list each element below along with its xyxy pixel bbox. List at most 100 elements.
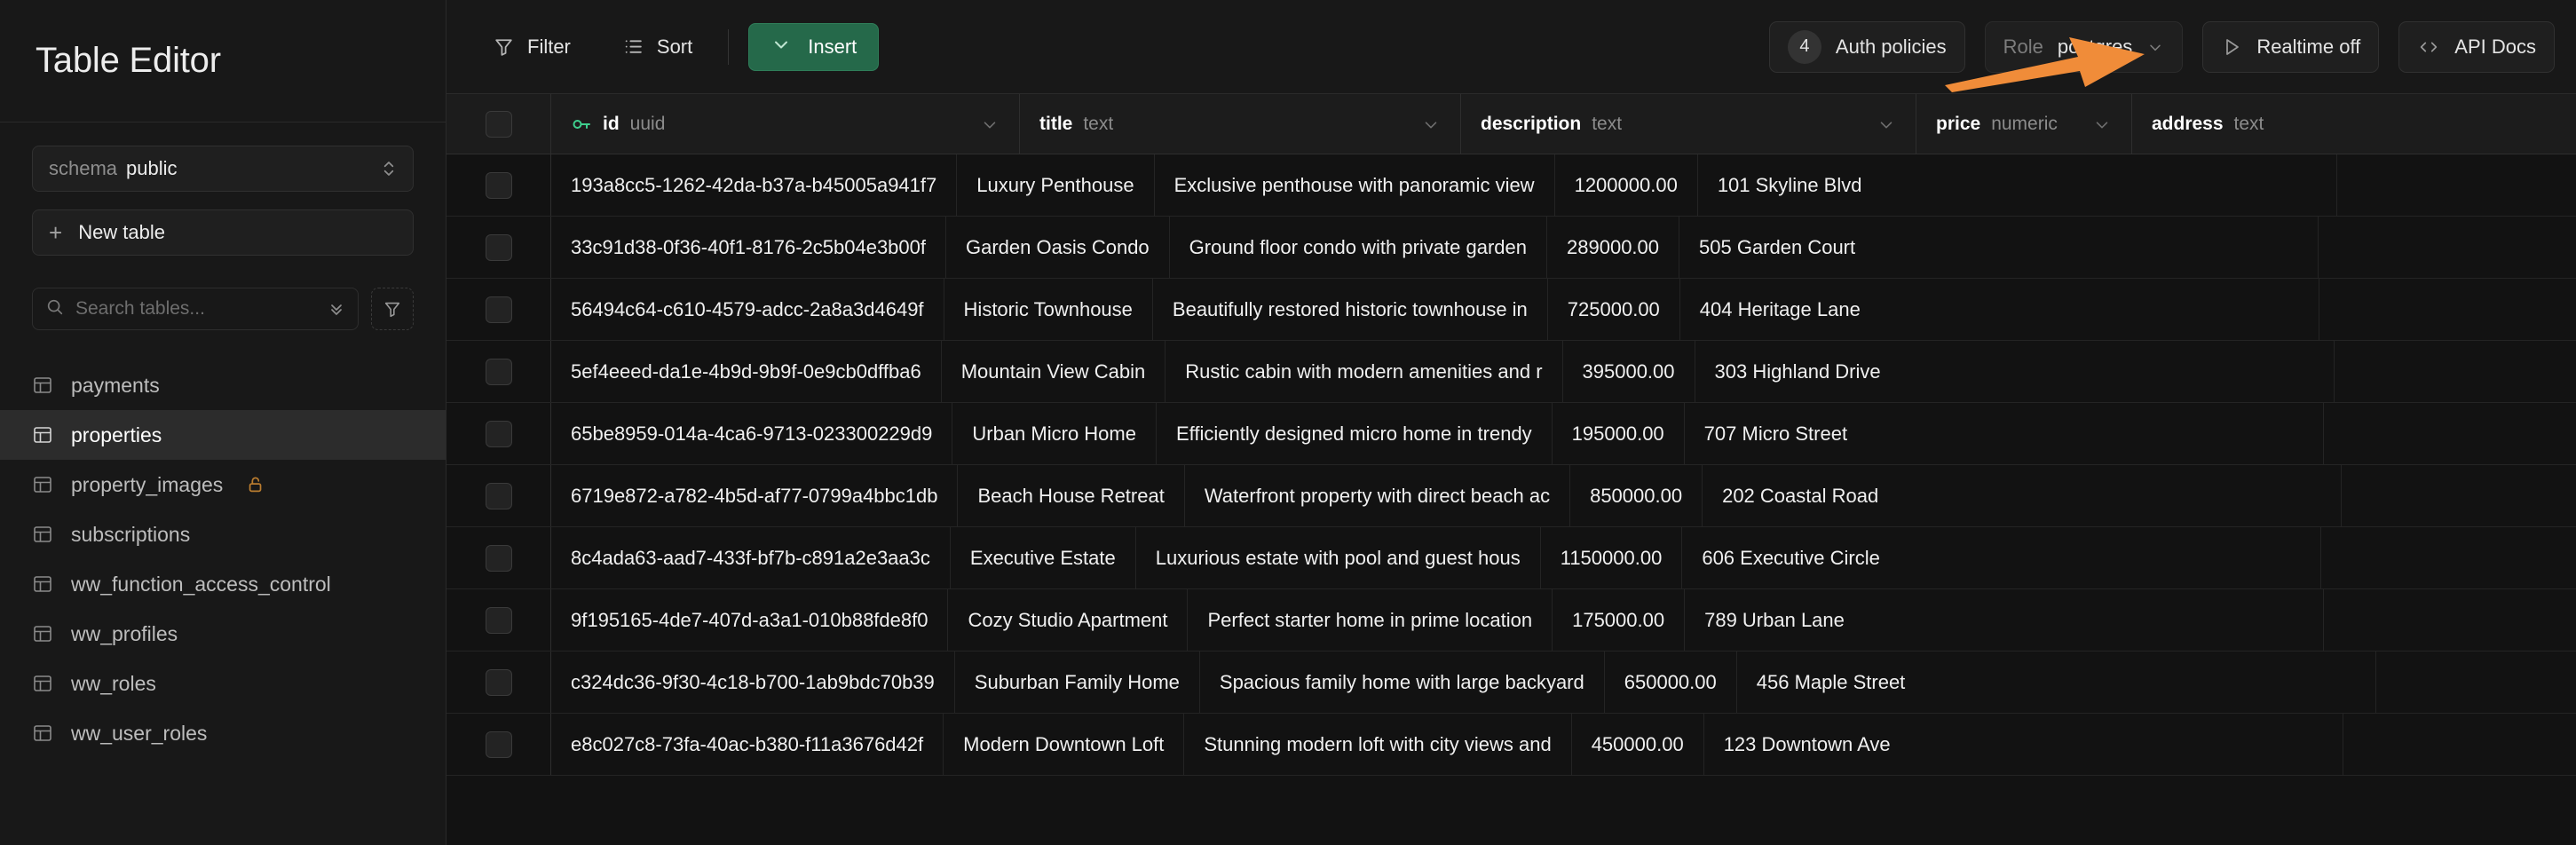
table-row[interactable]: 8c4ada63-aad7-433f-bf7b-c891a2e3aa3cExec… [446, 527, 2576, 589]
cell-id[interactable]: 33c91d38-0f36-40f1-8176-2c5b04e3b00f [551, 217, 946, 278]
table-row[interactable]: 193a8cc5-1262-42da-b37a-b45005a941f7Luxu… [446, 154, 2576, 217]
cell-title[interactable]: Suburban Family Home [955, 652, 1200, 713]
table-row[interactable]: 33c91d38-0f36-40f1-8176-2c5b04e3b00fGard… [446, 217, 2576, 279]
chevron-down-icon[interactable] [2092, 115, 2112, 134]
row-select-cell[interactable] [446, 403, 551, 464]
sidebar-item-ww_function_access_control[interactable]: ww_function_access_control [0, 559, 446, 609]
row-select-cell[interactable] [446, 217, 551, 278]
row-checkbox[interactable] [486, 731, 512, 758]
cell-description[interactable]: Waterfront property with direct beach ac [1185, 465, 1570, 526]
table-row[interactable]: 56494c64-c610-4579-adcc-2a8a3d4649fHisto… [446, 279, 2576, 341]
cell-title[interactable]: Urban Micro Home [952, 403, 1157, 464]
cell-description[interactable]: Exclusive penthouse with panoramic view [1155, 154, 1555, 216]
sidebar-item-ww_roles[interactable]: ww_roles [0, 659, 446, 708]
cell-id[interactable]: 6719e872-a782-4b5d-af77-0799a4bbc1db [551, 465, 958, 526]
search-tables-box[interactable] [32, 288, 359, 330]
cell-id[interactable]: c324dc36-9f30-4c18-b700-1ab9bdc70b39 [551, 652, 955, 713]
table-row[interactable]: 9f195165-4de7-407d-a3a1-010b88fde8f0Cozy… [446, 589, 2576, 652]
cell-title[interactable]: Cozy Studio Apartment [948, 589, 1188, 651]
cell-description[interactable]: Efficiently designed micro home in trend… [1157, 403, 1553, 464]
cell-title[interactable]: Garden Oasis Condo [946, 217, 1170, 278]
new-table-button[interactable]: + New table [32, 209, 414, 256]
row-select-cell[interactable] [446, 279, 551, 340]
cell-price[interactable]: 650000.00 [1605, 652, 1737, 713]
column-header-description[interactable]: description text [1461, 94, 1916, 154]
cell-id[interactable]: 56494c64-c610-4579-adcc-2a8a3d4649f [551, 279, 944, 340]
row-select-cell[interactable] [446, 154, 551, 216]
row-checkbox[interactable] [486, 234, 512, 261]
realtime-toggle-button[interactable]: Realtime off [2202, 21, 2379, 73]
column-header-id[interactable]: id uuid [551, 94, 1020, 154]
column-header-title[interactable]: title text [1020, 94, 1461, 154]
schema-selector[interactable]: schema public [32, 146, 414, 192]
cell-description[interactable]: Ground floor condo with private garden [1170, 217, 1547, 278]
api-docs-button[interactable]: API Docs [2398, 21, 2555, 73]
row-select-cell[interactable] [446, 527, 551, 588]
row-select-cell[interactable] [446, 465, 551, 526]
chevron-double-down-icon[interactable] [328, 300, 345, 318]
column-header-price[interactable]: price numeric [1916, 94, 2132, 154]
cell-description[interactable]: Beautifully restored historic townhouse … [1153, 279, 1548, 340]
cell-description[interactable]: Spacious family home with large backyard [1200, 652, 1605, 713]
cell-price[interactable]: 175000.00 [1553, 589, 1685, 651]
cell-price[interactable]: 850000.00 [1570, 465, 1703, 526]
cell-title[interactable]: Historic Townhouse [944, 279, 1153, 340]
cell-price[interactable]: 195000.00 [1553, 403, 1685, 464]
cell-description[interactable]: Rustic cabin with modern amenities and r [1166, 341, 1562, 402]
cell-address[interactable]: 101 Skyline Blvd [1698, 154, 2337, 216]
cell-title[interactable]: Mountain View Cabin [942, 341, 1166, 402]
cell-id[interactable]: 8c4ada63-aad7-433f-bf7b-c891a2e3aa3c [551, 527, 951, 588]
cell-address[interactable]: 123 Downtown Ave [1704, 714, 2343, 775]
row-checkbox[interactable] [486, 669, 512, 696]
cell-title[interactable]: Beach House Retreat [958, 465, 1184, 526]
table-row[interactable]: 5ef4eeed-da1e-4b9d-9b9f-0e9cb0dffba6Moun… [446, 341, 2576, 403]
cell-id[interactable]: 5ef4eeed-da1e-4b9d-9b9f-0e9cb0dffba6 [551, 341, 942, 402]
row-checkbox[interactable] [486, 545, 512, 572]
table-row[interactable]: e8c027c8-73fa-40ac-b380-f11a3676d42fMode… [446, 714, 2576, 776]
cell-title[interactable]: Luxury Penthouse [957, 154, 1154, 216]
cell-id[interactable]: 9f195165-4de7-407d-a3a1-010b88fde8f0 [551, 589, 948, 651]
cell-price[interactable]: 1150000.00 [1541, 527, 1683, 588]
sidebar-item-property_images[interactable]: property_images [0, 460, 446, 509]
cell-address[interactable]: 202 Coastal Road [1703, 465, 2342, 526]
sidebar-item-ww_user_roles[interactable]: ww_user_roles [0, 708, 446, 758]
row-select-cell[interactable] [446, 652, 551, 713]
sidebar-item-subscriptions[interactable]: subscriptions [0, 509, 446, 559]
cell-address[interactable]: 456 Maple Street [1737, 652, 2376, 713]
sort-button[interactable]: Sort [606, 23, 708, 71]
filter-button[interactable]: Filter [477, 23, 587, 71]
cell-address[interactable]: 789 Urban Lane [1685, 589, 2324, 651]
cell-description[interactable]: Perfect starter home in prime location [1188, 589, 1553, 651]
cell-address[interactable]: 707 Micro Street [1685, 403, 2324, 464]
row-checkbox[interactable] [486, 172, 512, 199]
table-row[interactable]: c324dc36-9f30-4c18-b700-1ab9bdc70b39Subu… [446, 652, 2576, 714]
cell-address[interactable]: 303 Highland Drive [1695, 341, 2335, 402]
chevron-down-icon[interactable] [1421, 115, 1441, 134]
cell-title[interactable]: Executive Estate [951, 527, 1136, 588]
cell-address[interactable]: 404 Heritage Lane [1680, 279, 2319, 340]
cell-price[interactable]: 450000.00 [1572, 714, 1704, 775]
insert-button[interactable]: Insert [748, 23, 879, 71]
row-select-cell[interactable] [446, 341, 551, 402]
chevron-down-icon[interactable] [1877, 115, 1896, 134]
filter-tables-button[interactable] [371, 288, 414, 330]
cell-id[interactable]: e8c027c8-73fa-40ac-b380-f11a3676d42f [551, 714, 944, 775]
cell-price[interactable]: 395000.00 [1563, 341, 1695, 402]
cell-price[interactable]: 725000.00 [1548, 279, 1680, 340]
cell-price[interactable]: 1200000.00 [1555, 154, 1698, 216]
row-checkbox[interactable] [486, 421, 512, 447]
auth-policies-button[interactable]: 4 Auth policies [1769, 21, 1965, 73]
sidebar-item-ww_profiles[interactable]: ww_profiles [0, 609, 446, 659]
table-row[interactable]: 65be8959-014a-4ca6-9713-023300229d9Urban… [446, 403, 2576, 465]
cell-description[interactable]: Luxurious estate with pool and guest hou… [1136, 527, 1541, 588]
cell-price[interactable]: 289000.00 [1547, 217, 1679, 278]
role-selector[interactable]: Role postgres [1985, 21, 2184, 73]
select-all-checkbox[interactable] [486, 111, 512, 138]
row-select-cell[interactable] [446, 714, 551, 775]
column-header-address[interactable]: address text [2132, 94, 2576, 154]
cell-address[interactable]: 505 Garden Court [1679, 217, 2319, 278]
search-input[interactable] [75, 298, 317, 320]
cell-id[interactable]: 65be8959-014a-4ca6-9713-023300229d9 [551, 403, 952, 464]
row-checkbox[interactable] [486, 359, 512, 385]
row-select-cell[interactable] [446, 589, 551, 651]
